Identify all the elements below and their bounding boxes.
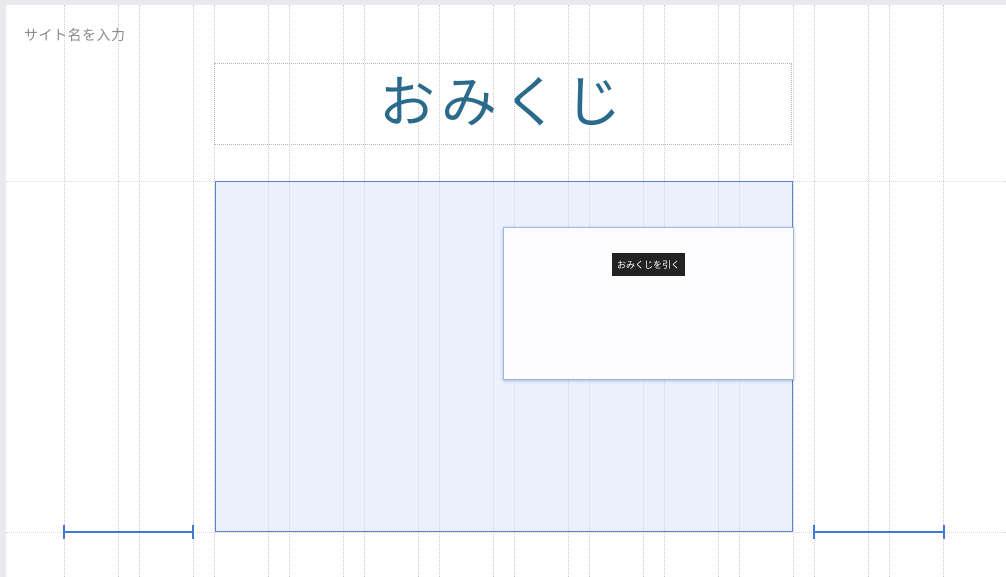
grid-guide	[868, 5, 869, 577]
handle-cap	[943, 525, 945, 539]
grid-guide	[814, 5, 815, 577]
title-block[interactable]: おみくじ	[214, 63, 792, 145]
site-name-input[interactable]: サイト名を入力	[24, 25, 126, 45]
grid-guide	[943, 5, 944, 577]
grid-guide	[139, 5, 140, 577]
grid-guide	[118, 5, 119, 577]
draw-omikuji-button[interactable]: おみくじを引く	[612, 253, 685, 276]
grid-guide	[193, 5, 194, 577]
handle-bar	[63, 531, 194, 533]
handle-bar	[813, 531, 945, 533]
omikuji-panel[interactable]: おみくじを引く	[503, 227, 794, 380]
grid-guide	[889, 5, 890, 577]
page-title: おみくじ	[379, 71, 627, 136]
column-width-handle-right[interactable]	[813, 525, 945, 539]
grid-guide	[64, 5, 65, 577]
column-width-handle-left[interactable]	[63, 525, 194, 539]
canvas: サイト名を入力 おみくじ おみくじを引く	[6, 5, 1006, 577]
handle-cap	[192, 525, 194, 539]
